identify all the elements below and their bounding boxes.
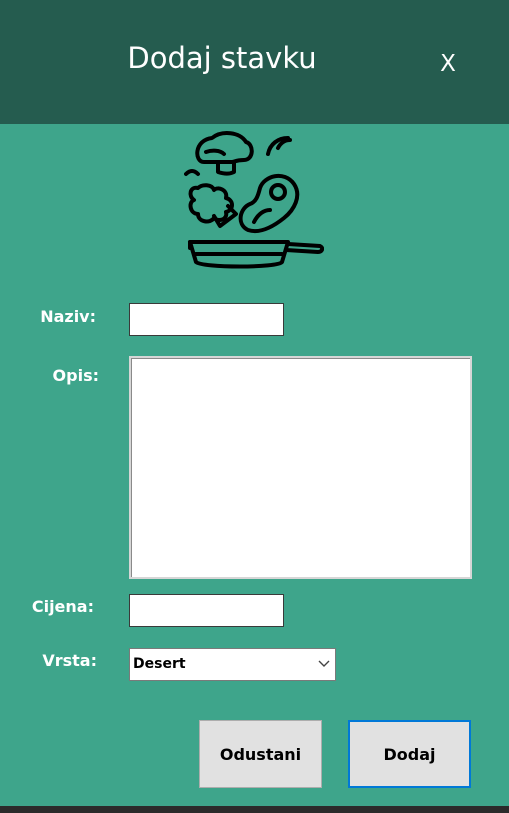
chevron-down-icon (318, 660, 330, 667)
add-button[interactable]: Dodaj (348, 720, 471, 788)
cijena-label: Cijena: (31, 597, 94, 616)
opis-label: Opis: (52, 366, 99, 385)
vrsta-select[interactable]: Desert (129, 648, 336, 681)
cijena-input[interactable] (129, 594, 284, 627)
opis-textarea[interactable] (129, 356, 472, 579)
dialog-header: Dodaj stavku X (0, 0, 509, 124)
naziv-label: Naziv: (40, 307, 96, 326)
close-button[interactable]: X (432, 48, 464, 80)
cooking-pan-icon (184, 131, 324, 269)
window-bottom-edge (0, 806, 509, 813)
naziv-input[interactable] (129, 303, 284, 336)
cancel-button[interactable]: Odustani (199, 720, 322, 788)
vrsta-selected-value: Desert (133, 656, 186, 672)
dialog-title: Dodaj stavku (127, 41, 317, 75)
vrsta-label: Vrsta: (42, 651, 97, 670)
